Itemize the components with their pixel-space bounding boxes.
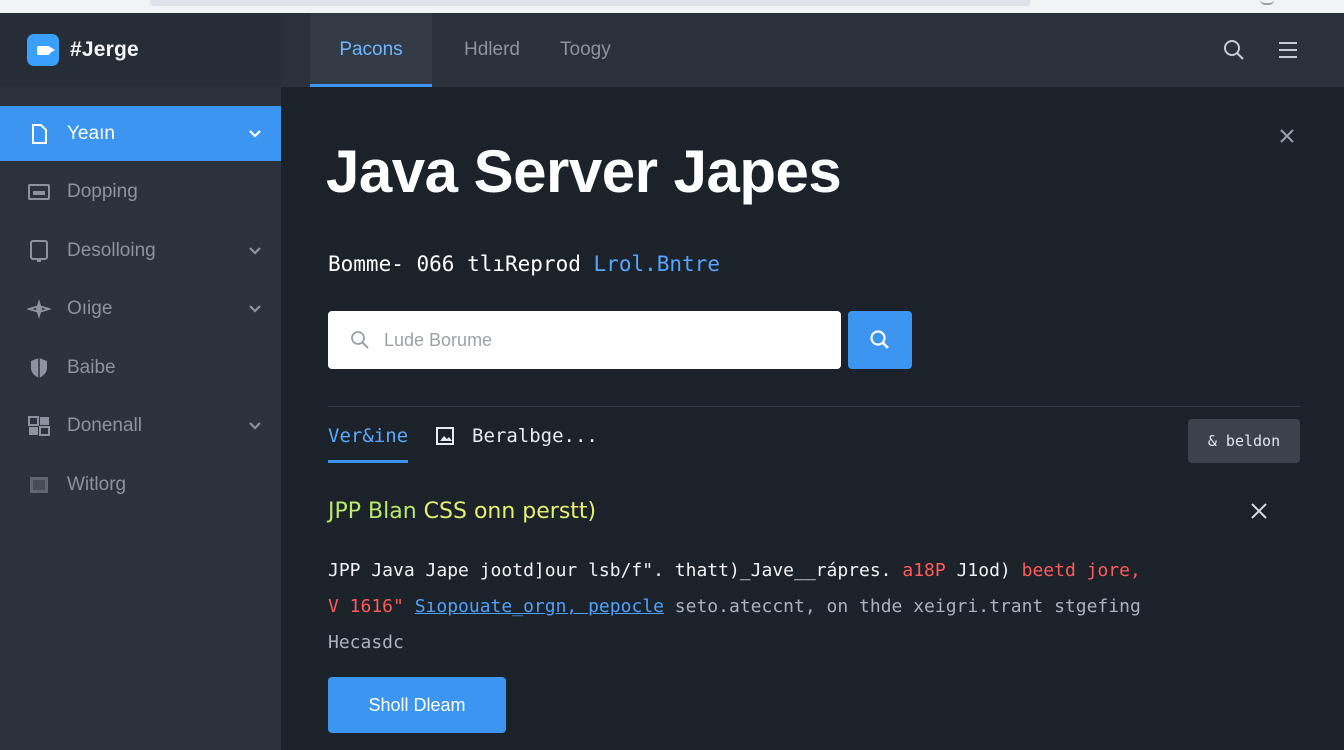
body-text-muted: seto.ateccnt, on thde xeigri.trant stgef…: [674, 596, 1141, 617]
sidebar-item-yeain[interactable]: Yeaın: [0, 106, 281, 161]
compass-icon: [27, 297, 51, 321]
tablet-icon: [27, 239, 51, 263]
body-text: J1od): [956, 560, 1011, 581]
sidebar-item-label: Dopping: [67, 181, 138, 202]
browser-top-strip: [0, 0, 1344, 13]
subtab-beralbge[interactable]: Beralbge...: [436, 425, 598, 447]
sidebar-item-label: Baibe: [67, 356, 116, 378]
tab-pacons[interactable]: Pacons: [310, 13, 432, 87]
menu-icon[interactable]: [1276, 38, 1300, 62]
sidebar-item-dopping[interactable]: Dopping: [0, 165, 281, 220]
body-link[interactable]: Sıopouate_orgn, pepocle: [415, 596, 664, 617]
body-line-1: JPP Java Jape jootd]our lsb/f". thatt)_J…: [328, 553, 1288, 589]
sidebar-item-oiige[interactable]: Oıige: [0, 282, 281, 337]
sidebar-item-witlorg[interactable]: Witlorg: [0, 457, 281, 512]
subtab-label: Beralbge...: [472, 425, 598, 447]
file-icon: [27, 122, 51, 146]
sidebar-item-donenall[interactable]: Donenall: [0, 399, 281, 454]
chevron-down-icon[interactable]: [247, 418, 263, 434]
search-box[interactable]: [328, 311, 841, 369]
sidebar-item-label: Oıige: [67, 298, 113, 319]
chevron-down-icon[interactable]: [247, 126, 263, 142]
url-bar[interactable]: [150, 0, 1030, 6]
search-icon: [351, 331, 369, 349]
body-line-3: Hecasdc: [328, 625, 1288, 661]
body-text: JPP Java Jape jootd]our lsb/f". thatt)_J…: [328, 560, 892, 581]
page-title: Java Server Japes: [326, 138, 842, 205]
profile-icon[interactable]: [1260, 0, 1274, 5]
primary-action-button[interactable]: Sholl Dleam: [328, 677, 506, 733]
sidebar-item-label: Witlorg: [67, 473, 127, 495]
brand[interactable]: #Jerge: [0, 13, 281, 87]
top-header: Pacons Hdlerd Toogy: [281, 13, 1344, 87]
search-icon[interactable]: [1222, 38, 1246, 62]
error-text: V 1616": [328, 596, 404, 617]
sidebar-item-label: Yeaın: [67, 122, 115, 144]
subtitle-link[interactable]: Lrol.Bntre: [594, 252, 720, 276]
subtab-version[interactable]: Ver&ine: [328, 425, 409, 463]
chevron-down-icon[interactable]: [247, 301, 263, 317]
sidebar: #Jerge Yeaın Dopping Desolloing Oıige Ba…: [0, 13, 281, 750]
grid-icon: [27, 414, 51, 438]
notice-title: JPP Blan CSS onn perstt): [328, 499, 596, 524]
sidebar-item-desolloing[interactable]: Desolloing: [0, 223, 281, 278]
search-button[interactable]: [848, 311, 912, 369]
sidebar-item-label: Donenall: [67, 415, 142, 436]
error-text: beetd jore,: [1021, 560, 1141, 581]
sidebar-item-label: Desolloing: [67, 239, 156, 261]
image-icon: [436, 427, 454, 445]
tab-toogy[interactable]: Toogy: [560, 13, 611, 87]
sidebar-nav: Yeaın Dopping Desolloing Oıige Baibe Don…: [0, 106, 281, 516]
belden-button[interactable]: & beldon: [1188, 419, 1300, 463]
body-text-muted: Hecasdc: [328, 632, 404, 653]
tab-hdlerd[interactable]: Hdlerd: [464, 13, 520, 87]
body-line-2: V 1616" Sıopouate_orgn, pepocle seto.ate…: [328, 589, 1288, 625]
divider: [328, 406, 1300, 407]
error-text: a18P: [902, 560, 946, 581]
close-icon[interactable]: [1250, 502, 1268, 520]
shield-icon: [27, 356, 51, 380]
notice-body: JPP Java Jape jootd]our lsb/f". thatt)_J…: [328, 553, 1288, 661]
search-input[interactable]: [384, 329, 804, 351]
tab-label: Hdlerd: [464, 39, 520, 60]
sidebar-item-baibe[interactable]: Baibe: [0, 340, 281, 395]
subtitle: Bomme- 066 tlıReprod Lrol.Bntre: [328, 252, 720, 276]
monitor-icon: [27, 180, 51, 204]
chevron-down-icon[interactable]: [247, 243, 263, 259]
brand-title: #Jerge: [70, 38, 139, 61]
main-content: Java Server Japes Bomme- 066 tlıReprod L…: [281, 87, 1344, 750]
tab-label: Toogy: [560, 39, 611, 60]
video-logo-icon: [27, 34, 59, 66]
notice-title-part1: JPP Blan: [328, 499, 417, 524]
close-icon[interactable]: [1278, 127, 1296, 145]
box-icon: [27, 473, 51, 497]
subtitle-text: Bomme- 066 tlıReprod: [328, 252, 581, 276]
tab-label: Pacons: [339, 39, 403, 60]
search-icon: [870, 330, 889, 349]
notice-title-part2: CSS onn perstt): [423, 499, 597, 524]
